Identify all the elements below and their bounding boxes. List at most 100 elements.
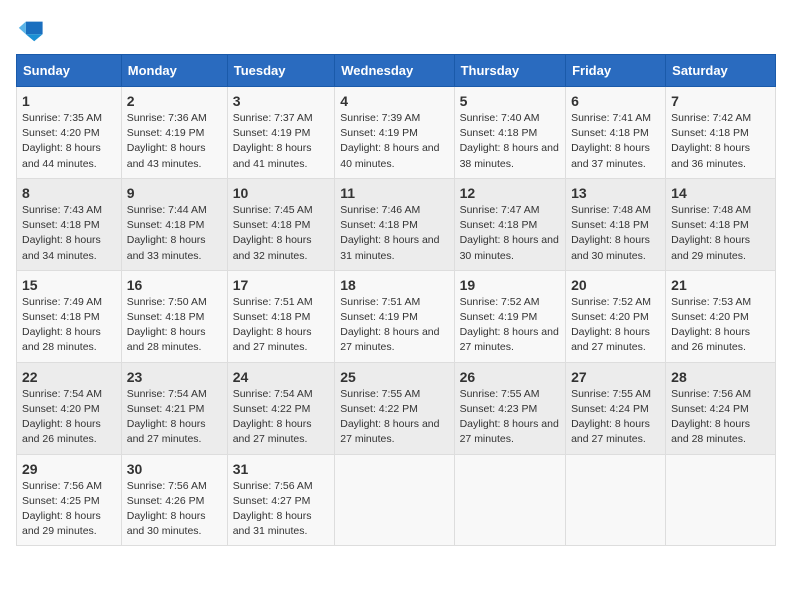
- day-number: 9: [127, 185, 222, 201]
- day-header-monday: Monday: [121, 55, 227, 87]
- day-number: 27: [571, 369, 660, 385]
- day-info: Sunrise: 7:51 AMSunset: 4:19 PMDaylight:…: [340, 296, 439, 354]
- day-number: 5: [460, 93, 560, 109]
- calendar-header-row: SundayMondayTuesdayWednesdayThursdayFrid…: [17, 55, 776, 87]
- calendar-cell: 12Sunrise: 7:47 AMSunset: 4:18 PMDayligh…: [454, 178, 565, 270]
- day-number: 7: [671, 93, 770, 109]
- logo-icon: [16, 16, 44, 44]
- day-info: Sunrise: 7:54 AMSunset: 4:20 PMDaylight:…: [22, 388, 102, 446]
- day-number: 28: [671, 369, 770, 385]
- day-number: 21: [671, 277, 770, 293]
- day-info: Sunrise: 7:42 AMSunset: 4:18 PMDaylight:…: [671, 112, 751, 170]
- day-info: Sunrise: 7:52 AMSunset: 4:19 PMDaylight:…: [460, 296, 559, 354]
- day-header-thursday: Thursday: [454, 55, 565, 87]
- day-header-saturday: Saturday: [666, 55, 776, 87]
- calendar-cell: 20 Sunrise: 7:52 AMSunset: 4:20 PMDayligh…: [566, 270, 666, 362]
- calendar-cell: 22 Sunrise: 7:54 AMSunset: 4:20 PMDayligh…: [17, 362, 122, 454]
- calendar-cell: 25 Sunrise: 7:55 AMSunset: 4:22 PMDayligh…: [335, 362, 454, 454]
- day-number: 2: [127, 93, 222, 109]
- day-number: 13: [571, 185, 660, 201]
- calendar-cell: 23Sunrise: 7:54 AMSunset: 4:21 PMDayligh…: [121, 362, 227, 454]
- day-number: 3: [233, 93, 330, 109]
- calendar-table: SundayMondayTuesdayWednesdayThursdayFrid…: [16, 54, 776, 546]
- day-info: Sunrise: 7:45 AMSunset: 4:18 PMDaylight:…: [233, 204, 313, 262]
- calendar-cell: 16 Sunrise: 7:50 AMSunset: 4:18 PMDayligh…: [121, 270, 227, 362]
- calendar-cell: 6 Sunrise: 7:41 AMSunset: 4:18 PMDaylight…: [566, 87, 666, 179]
- day-number: 30: [127, 461, 222, 477]
- day-number: 29: [22, 461, 116, 477]
- day-info: Sunrise: 7:56 AMSunset: 4:25 PMDaylight:…: [22, 480, 102, 538]
- calendar-cell: 4 Sunrise: 7:39 AMSunset: 4:19 PMDaylight…: [335, 87, 454, 179]
- day-info: Sunrise: 7:55 AMSunset: 4:22 PMDaylight:…: [340, 388, 439, 446]
- calendar-cell: 14 Sunrise: 7:48 AMSunset: 4:18 PMDayligh…: [666, 178, 776, 270]
- day-info: Sunrise: 7:48 AMSunset: 4:18 PMDaylight:…: [671, 204, 751, 262]
- calendar-cell: 10 Sunrise: 7:45 AMSunset: 4:18 PMDayligh…: [227, 178, 335, 270]
- day-info: Sunrise: 7:55 AMSunset: 4:23 PMDaylight:…: [460, 388, 559, 446]
- calendar-cell: 19 Sunrise: 7:52 AMSunset: 4:19 PMDayligh…: [454, 270, 565, 362]
- day-info: Sunrise: 7:35 AMSunset: 4:20 PMDaylight:…: [22, 112, 102, 170]
- day-info: Sunrise: 7:48 AMSunset: 4:18 PMDaylight:…: [571, 204, 651, 262]
- calendar-cell: [566, 454, 666, 546]
- calendar-cell: 21Sunrise: 7:53 AMSunset: 4:20 PMDayligh…: [666, 270, 776, 362]
- calendar-cell: 5 Sunrise: 7:40 AMSunset: 4:18 PMDaylight…: [454, 87, 565, 179]
- calendar-cell: [454, 454, 565, 546]
- day-number: 16: [127, 277, 222, 293]
- calendar-cell: 27 Sunrise: 7:55 AMSunset: 4:24 PMDayligh…: [566, 362, 666, 454]
- page-header: [16, 16, 776, 44]
- calendar-cell: 11 Sunrise: 7:46 AMSunset: 4:18 PMDayligh…: [335, 178, 454, 270]
- day-number: 26: [460, 369, 560, 385]
- day-info: Sunrise: 7:56 AMSunset: 4:26 PMDaylight:…: [127, 480, 207, 538]
- day-number: 14: [671, 185, 770, 201]
- day-number: 4: [340, 93, 448, 109]
- day-info: Sunrise: 7:41 AMSunset: 4:18 PMDaylight:…: [571, 112, 651, 170]
- day-number: 8: [22, 185, 116, 201]
- day-number: 24: [233, 369, 330, 385]
- day-info: Sunrise: 7:55 AMSunset: 4:24 PMDaylight:…: [571, 388, 651, 446]
- day-number: 15: [22, 277, 116, 293]
- calendar-week-row: 8Sunrise: 7:43 AMSunset: 4:18 PMDaylight…: [17, 178, 776, 270]
- day-info: Sunrise: 7:47 AMSunset: 4:18 PMDaylight:…: [460, 204, 559, 262]
- calendar-week-row: 22 Sunrise: 7:54 AMSunset: 4:20 PMDayligh…: [17, 362, 776, 454]
- day-info: Sunrise: 7:52 AMSunset: 4:20 PMDaylight:…: [571, 296, 651, 354]
- calendar-cell: 18 Sunrise: 7:51 AMSunset: 4:19 PMDayligh…: [335, 270, 454, 362]
- calendar-cell: 15 Sunrise: 7:49 AMSunset: 4:18 PMDayligh…: [17, 270, 122, 362]
- day-info: Sunrise: 7:46 AMSunset: 4:18 PMDaylight:…: [340, 204, 439, 262]
- calendar-cell: 26 Sunrise: 7:55 AMSunset: 4:23 PMDayligh…: [454, 362, 565, 454]
- day-number: 11: [340, 185, 448, 201]
- day-number: 19: [460, 277, 560, 293]
- day-info: Sunrise: 7:51 AMSunset: 4:18 PMDaylight:…: [233, 296, 313, 354]
- day-info: Sunrise: 7:50 AMSunset: 4:18 PMDaylight:…: [127, 296, 207, 354]
- calendar-cell: 29 Sunrise: 7:56 AMSunset: 4:25 PMDayligh…: [17, 454, 122, 546]
- calendar-cell: [666, 454, 776, 546]
- day-info: Sunrise: 7:54 AMSunset: 4:21 PMDaylight:…: [127, 388, 207, 446]
- calendar-cell: 30 Sunrise: 7:56 AMSunset: 4:26 PMDayligh…: [121, 454, 227, 546]
- calendar-cell: [335, 454, 454, 546]
- day-info: Sunrise: 7:56 AMSunset: 4:24 PMDaylight:…: [671, 388, 751, 446]
- day-number: 18: [340, 277, 448, 293]
- calendar-cell: 8Sunrise: 7:43 AMSunset: 4:18 PMDaylight…: [17, 178, 122, 270]
- day-header-friday: Friday: [566, 55, 666, 87]
- day-number: 10: [233, 185, 330, 201]
- calendar-week-row: 29 Sunrise: 7:56 AMSunset: 4:25 PMDayligh…: [17, 454, 776, 546]
- day-info: Sunrise: 7:39 AMSunset: 4:19 PMDaylight:…: [340, 112, 439, 170]
- day-info: Sunrise: 7:54 AMSunset: 4:22 PMDaylight:…: [233, 388, 313, 446]
- day-number: 25: [340, 369, 448, 385]
- day-number: 20: [571, 277, 660, 293]
- day-number: 22: [22, 369, 116, 385]
- day-header-wednesday: Wednesday: [335, 55, 454, 87]
- calendar-cell: 7 Sunrise: 7:42 AMSunset: 4:18 PMDaylight…: [666, 87, 776, 179]
- day-info: Sunrise: 7:40 AMSunset: 4:18 PMDaylight:…: [460, 112, 559, 170]
- day-number: 31: [233, 461, 330, 477]
- calendar-cell: 1 Sunrise: 7:35 AMSunset: 4:20 PMDaylight…: [17, 87, 122, 179]
- day-number: 1: [22, 93, 116, 109]
- calendar-cell: 28 Sunrise: 7:56 AMSunset: 4:24 PMDayligh…: [666, 362, 776, 454]
- day-info: Sunrise: 7:56 AMSunset: 4:27 PMDaylight:…: [233, 480, 313, 538]
- day-info: Sunrise: 7:49 AMSunset: 4:18 PMDaylight:…: [22, 296, 102, 354]
- calendar-cell: 31 Sunrise: 7:56 AMSunset: 4:27 PMDayligh…: [227, 454, 335, 546]
- calendar-cell: 13 Sunrise: 7:48 AMSunset: 4:18 PMDayligh…: [566, 178, 666, 270]
- calendar-week-row: 15 Sunrise: 7:49 AMSunset: 4:18 PMDayligh…: [17, 270, 776, 362]
- calendar-cell: 3Sunrise: 7:37 AMSunset: 4:19 PMDaylight…: [227, 87, 335, 179]
- calendar-cell: 24 Sunrise: 7:54 AMSunset: 4:22 PMDayligh…: [227, 362, 335, 454]
- day-header-sunday: Sunday: [17, 55, 122, 87]
- day-number: 6: [571, 93, 660, 109]
